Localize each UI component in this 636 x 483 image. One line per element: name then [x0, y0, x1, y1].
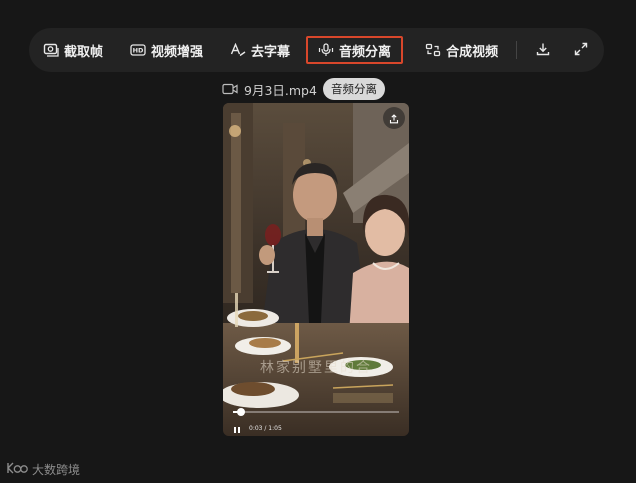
watermark: 大数跨境 — [6, 460, 80, 479]
audio-split-icon — [318, 42, 334, 58]
hd-icon: HD — [130, 42, 146, 58]
download-button[interactable] — [533, 40, 553, 60]
download-icon — [536, 41, 550, 60]
toolbar: 截取帧 HD 视频增强 去字幕 音频分离 合成视频 — [29, 28, 604, 72]
remove-subtitle-label: 去字幕 — [251, 44, 291, 60]
time-display: 0:03 / 1:05 — [249, 425, 282, 432]
video-frame-image — [223, 103, 409, 436]
video-file-icon — [222, 83, 238, 95]
capture-frame-label: 截取帧 — [64, 44, 104, 60]
capture-frame-button[interactable]: 截取帧 — [43, 36, 103, 64]
expand-icon — [574, 41, 588, 60]
pause-icon — [234, 427, 240, 433]
watermark-text: 大数跨境 — [32, 463, 81, 477]
text-remove-icon — [230, 42, 246, 58]
progress-bar[interactable] — [233, 408, 399, 416]
app-root: 截取帧 HD 视频增强 去字幕 音频分离 合成视频 9月3日.mp4 音频分离 … — [0, 0, 636, 483]
remove-subtitle-button[interactable]: 去字幕 — [230, 36, 290, 64]
status-badge: 音频分离 — [322, 78, 385, 100]
pause-button[interactable] — [233, 419, 241, 436]
video-enhance-label: 视频增强 — [151, 44, 204, 60]
svg-text:HD: HD — [133, 47, 144, 55]
video-caption: 林家别墅里的合 — [260, 360, 372, 376]
video-preview[interactable]: 林家别墅里的合 0:03 / 1:05 — [223, 103, 409, 436]
share-icon — [389, 109, 399, 128]
capture-frame-icon — [43, 42, 59, 58]
video-enhance-button[interactable]: HD 视频增强 — [130, 36, 203, 64]
file-name: 9月3日.mp4 — [244, 82, 317, 98]
audio-split-button[interactable]: 音频分离 — [306, 36, 404, 64]
merge-video-icon — [425, 42, 441, 58]
share-button[interactable] — [383, 107, 405, 129]
merge-video-label: 合成视频 — [446, 44, 499, 60]
merge-video-button[interactable]: 合成视频 — [425, 36, 498, 64]
toolbar-divider — [516, 41, 518, 59]
player-controls: 0:03 / 1:05 — [233, 419, 282, 436]
expand-button[interactable] — [571, 40, 591, 60]
audio-split-label: 音频分离 — [339, 44, 392, 60]
brand-logo — [6, 460, 28, 479]
file-info: 9月3日.mp4 音频分离 — [222, 78, 385, 100]
